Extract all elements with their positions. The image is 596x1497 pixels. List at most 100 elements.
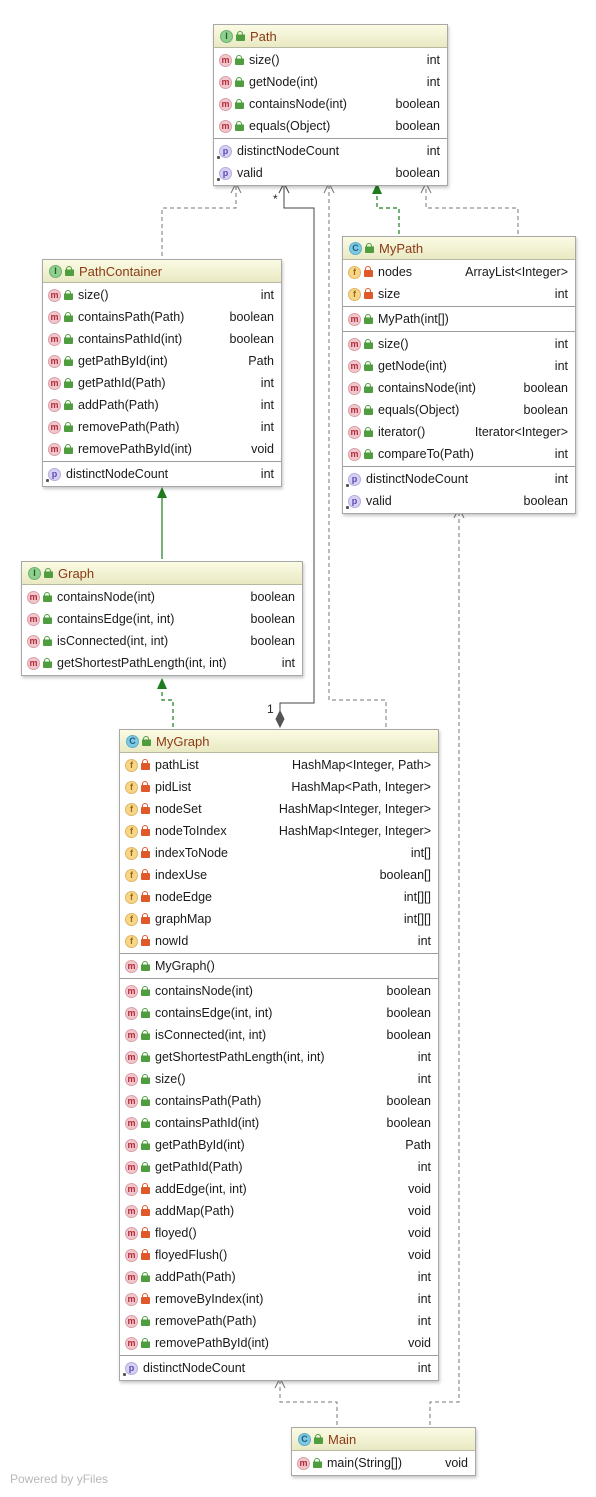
mygraph-fields-row[interactable]: f nodeToIndex HashMap<Integer, Integer> — [120, 820, 438, 842]
mypath-methods-row[interactable]: m getNode(int) int — [343, 355, 575, 377]
mypath-properties-row[interactable]: p valid boolean — [343, 490, 575, 512]
mygraph-fields-row[interactable]: f pidList HashMap<Path, Integer> — [120, 776, 438, 798]
main-methods-row[interactable]: m main(String[]) void — [292, 1452, 475, 1474]
graph-interface-box[interactable]: I Graph m containsNode(int) boolean m contains… — [21, 561, 303, 676]
mypath-properties-row[interactable]: p distinctNodeCount int — [343, 468, 575, 490]
pathcontainer-methods-row[interactable]: m addPath(Path) int — [43, 394, 281, 416]
graph-methods-row[interactable]: m isConnected(int, int) boolean — [22, 630, 302, 652]
path-header[interactable]: I Path — [214, 25, 447, 48]
public-lock-icon — [64, 421, 73, 432]
footer-credit: Powered by yFiles — [10, 1472, 109, 1486]
mygraph-methods-row[interactable]: m floyedFlush() void — [120, 1244, 438, 1266]
pathcontainer-methods-row[interactable]: m getPathId(Path) int — [43, 372, 281, 394]
graph-methods-row[interactable]: m containsNode(int) boolean — [22, 586, 302, 608]
method-icon: m — [125, 1204, 138, 1218]
mygraph-fields-row[interactable]: f nodeEdge int[][] — [120, 886, 438, 908]
method-icon: m — [125, 1094, 138, 1108]
private-lock-icon — [141, 891, 150, 902]
main-header[interactable]: C Main — [292, 1428, 475, 1451]
mygraph-methods-row[interactable]: m getPathById(int) Path — [120, 1134, 438, 1156]
mypath-methods-row[interactable]: m equals(Object) boolean — [343, 399, 575, 421]
mygraph-methods-row[interactable]: m removePathById(int) void — [120, 1332, 438, 1354]
pathcontainer-header[interactable]: I PathContainer — [43, 260, 281, 283]
graph-header[interactable]: I Graph — [22, 562, 302, 585]
mygraph-methods-row[interactable]: m getShortestPathLength(int, int) int — [120, 1046, 438, 1068]
public-lock-icon — [64, 377, 73, 388]
mypath-methods-row[interactable]: m iterator() Iterator<Integer> — [343, 421, 575, 443]
mygraph-fields-row[interactable]: f indexUse boolean[] — [120, 864, 438, 886]
graph-methods-row[interactable]: m getShortestPathLength(int, int) int — [22, 652, 302, 674]
path-methods-row[interactable]: m equals(Object) boolean — [214, 115, 447, 137]
mygraph-methods-row[interactable]: m floyed() void — [120, 1222, 438, 1244]
mypath-fields-row[interactable]: f size int — [343, 283, 575, 305]
pathcontainer-methods-row[interactable]: m removePathById(int) void — [43, 438, 281, 460]
path-methods-row[interactable]: m size() int — [214, 49, 447, 71]
mygraph-methods-row[interactable]: m addEdge(int, int) void — [120, 1178, 438, 1200]
path-methods-type: boolean — [395, 119, 441, 133]
mygraph-properties-type: int — [417, 1361, 431, 1375]
mygraph-class-box[interactable]: C MyGraph f pathList HashMap<Integer, Path> f… — [119, 729, 439, 1381]
mygraph-methods-type: boolean — [386, 1028, 432, 1042]
path-interface-box[interactable]: I Path m size() int m getNode(int) int m contains… — [213, 24, 448, 186]
pathcontainer-properties-row[interactable]: p distinctNodeCount int — [43, 463, 281, 485]
public-lock-icon — [64, 333, 73, 344]
mygraph-methods-name: addEdge(int, int) — [155, 1182, 247, 1196]
path-methods-row[interactable]: m containsNode(int) boolean — [214, 93, 447, 115]
mypath-header[interactable]: C MyPath — [343, 237, 575, 260]
interface-icon: I — [28, 566, 41, 580]
mygraph-fields-row[interactable]: f pathList HashMap<Integer, Path> — [120, 754, 438, 776]
mygraph-methods-row[interactable]: m addPath(Path) int — [120, 1266, 438, 1288]
pathcontainer-interface-box[interactable]: I PathContainer m size() int m containsPath(Pa… — [42, 259, 282, 487]
public-lock-icon — [141, 1029, 150, 1040]
mygraph-methods-row[interactable]: m removePath(Path) int — [120, 1310, 438, 1332]
path-methods-name: getNode(int) — [249, 75, 318, 89]
mygraph-properties-row[interactable]: p distinctNodeCount int — [120, 1357, 438, 1379]
path-properties-row[interactable]: p distinctNodeCount int — [214, 140, 447, 162]
mygraph-methods-type: int — [417, 1314, 431, 1328]
mygraph-header[interactable]: C MyGraph — [120, 730, 438, 753]
mypath-fields-row[interactable]: f nodes ArrayList<Integer> — [343, 261, 575, 283]
private-lock-icon — [364, 266, 373, 277]
mygraph-methods-row[interactable]: m getPathId(Path) int — [120, 1156, 438, 1178]
mypath-methods-row[interactable]: m size() int — [343, 333, 575, 355]
mygraph-fields-name: indexUse — [155, 868, 208, 882]
private-lock-icon — [141, 1293, 150, 1304]
main-class-box[interactable]: C Main m main(String[]) void — [291, 1427, 476, 1476]
public-lock-icon — [43, 657, 52, 668]
mygraph-methods-row[interactable]: m size() int — [120, 1068, 438, 1090]
path-properties-row[interactable]: p valid boolean — [214, 162, 447, 184]
mygraph-constructors-row[interactable]: m MyGraph() — [120, 955, 438, 977]
path-methods-row[interactable]: m getNode(int) int — [214, 71, 447, 93]
mygraph-methods-row[interactable]: m containsNode(int) boolean — [120, 980, 438, 1002]
mypath-constructors-row[interactable]: m MyPath(int[]) — [343, 308, 575, 330]
mygraph-fields-type: HashMap<Path, Integer> — [291, 780, 431, 794]
mygraph-fields-row[interactable]: f nowId int — [120, 930, 438, 952]
mygraph-methods-row[interactable]: m containsPathId(int) boolean — [120, 1112, 438, 1134]
path-properties-name: valid — [237, 166, 263, 180]
mygraph-methods-row[interactable]: m removeByIndex(int) int — [120, 1288, 438, 1310]
mygraph-methods-row[interactable]: m addMap(Path) void — [120, 1200, 438, 1222]
graph-methods-row[interactable]: m containsEdge(int, int) boolean — [22, 608, 302, 630]
mypath-class-box[interactable]: C MyPath f nodes ArrayList<Integer> f size int m… — [342, 236, 576, 514]
pathcontainer-methods-row[interactable]: m containsPathId(int) boolean — [43, 328, 281, 350]
mypath-methods-row[interactable]: m containsNode(int) boolean — [343, 377, 575, 399]
pathcontainer-methods-row[interactable]: m containsPath(Path) boolean — [43, 306, 281, 328]
mygraph-fields-row[interactable]: f indexToNode int[] — [120, 842, 438, 864]
graph-methods-name: getShortestPathLength(int, int) — [57, 656, 227, 670]
pathcontainer-methods-row[interactable]: m removePath(Path) int — [43, 416, 281, 438]
mypath-fields-name: nodes — [378, 265, 413, 279]
mygraph-fields-row[interactable]: f nodeSet HashMap<Integer, Integer> — [120, 798, 438, 820]
pathcontainer-methods-name: getPathId(Path) — [78, 376, 166, 390]
pathcontainer-methods-row[interactable]: m size() int — [43, 284, 281, 306]
mypath-methods-row[interactable]: m compareTo(Path) int — [343, 443, 575, 465]
mygraph-methods-row[interactable]: m isConnected(int, int) boolean — [120, 1024, 438, 1046]
method-icon: m — [27, 656, 40, 670]
mygraph-methods-row[interactable]: m containsEdge(int, int) boolean — [120, 1002, 438, 1024]
pathcontainer-methods-row[interactable]: m getPathById(int) Path — [43, 350, 281, 372]
method-icon: m — [297, 1456, 310, 1470]
mygraph-methods-row[interactable]: m containsPath(Path) boolean — [120, 1090, 438, 1112]
mygraph-fields-row[interactable]: f graphMap int[][] — [120, 908, 438, 930]
private-lock-icon — [141, 847, 150, 858]
mygraph-constructors-section: m MyGraph() — [120, 954, 438, 979]
mygraph-methods-name: removePathById(int) — [155, 1336, 269, 1350]
